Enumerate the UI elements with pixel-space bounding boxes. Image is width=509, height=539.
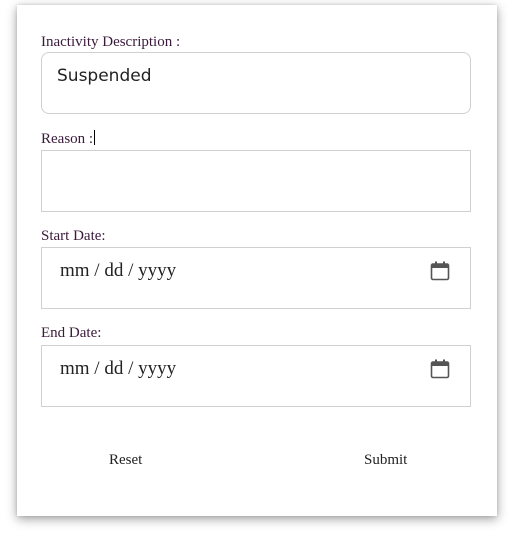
reason-label: Reason : <box>41 131 94 147</box>
calendar-icon[interactable] <box>430 359 450 379</box>
reason-input[interactable] <box>41 150 471 212</box>
calendar-icon[interactable] <box>430 261 450 281</box>
inactivity-description-label: Inactivity Description : <box>41 34 181 50</box>
submit-button[interactable]: Submit <box>364 452 407 469</box>
inactivity-description-value: Suspended <box>57 66 152 86</box>
inactivity-description-field[interactable]: Suspended <box>41 52 471 114</box>
start-date-input[interactable]: mm / dd / yyyy <box>41 247 471 309</box>
end-date-input[interactable]: mm / dd / yyyy <box>41 345 471 407</box>
inactivity-form-card: Inactivity Description : Suspended Reaso… <box>17 5 497 516</box>
text-cursor <box>94 130 96 145</box>
end-date-placeholder: mm / dd / yyyy <box>60 358 177 379</box>
start-date-placeholder: mm / dd / yyyy <box>60 260 177 281</box>
start-date-label: Start Date: <box>41 228 106 244</box>
reset-button[interactable]: Reset <box>109 452 142 469</box>
reason-label-row: Reason : <box>41 130 96 148</box>
end-date-label: End Date: <box>41 325 102 341</box>
